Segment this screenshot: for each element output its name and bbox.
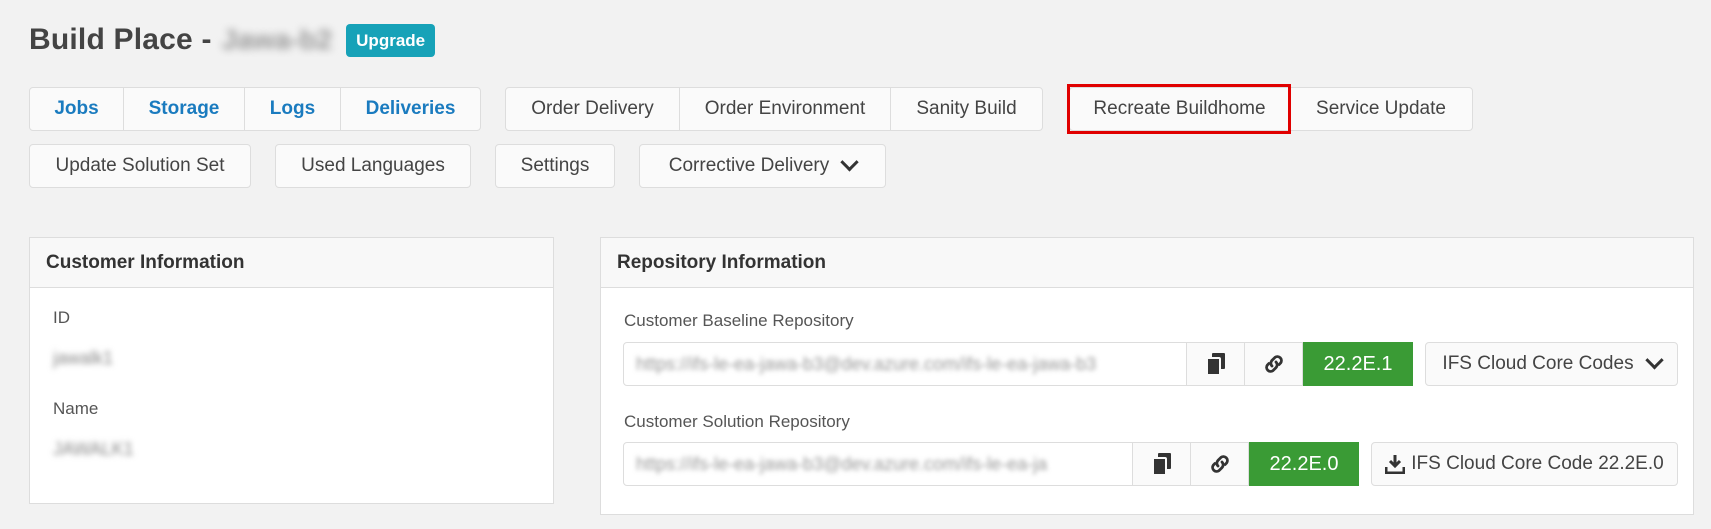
baseline-repo-label: Customer Baseline Repository	[624, 311, 854, 330]
copy-solution-url-button[interactable]	[1133, 442, 1191, 486]
name-value: JAWALK1	[53, 439, 134, 459]
download-core-code-button[interactable]: IFS Cloud Core Code 22.2E.0	[1371, 442, 1678, 486]
corrective-delivery-dropdown[interactable]: Corrective Delivery	[639, 144, 886, 188]
copy-baseline-url-button[interactable]	[1187, 342, 1245, 386]
sanity-build-button[interactable]: Sanity Build	[890, 87, 1043, 131]
copy-icon	[1205, 353, 1225, 376]
chevron-down-icon	[840, 152, 859, 171]
order-environment-button[interactable]: Order Environment	[679, 87, 891, 131]
open-solution-link-button[interactable]	[1191, 442, 1249, 486]
used-languages-button[interactable]: Used Languages	[275, 144, 471, 188]
download-core-code-label: IFS Cloud Core Code 22.2E.0	[1411, 453, 1664, 474]
name-label: Name	[53, 399, 99, 418]
tab-deliveries[interactable]: Deliveries	[340, 87, 481, 131]
repository-info-heading: Repository Information	[601, 238, 1693, 288]
tab-storage[interactable]: Storage	[123, 87, 245, 131]
id-value: jawalk1	[53, 348, 114, 368]
download-icon	[1385, 455, 1406, 474]
solution-repo-label: Customer Solution Repository	[624, 412, 850, 431]
tab-logs[interactable]: Logs	[244, 87, 341, 131]
core-codes-dropdown[interactable]: IFS Cloud Core Codes	[1425, 342, 1678, 386]
solution-repo-url: https://ifs-le-ea-jawa-b3@dev.azure.com/…	[636, 453, 1048, 474]
service-update-button[interactable]: Service Update	[1289, 87, 1473, 131]
project-name: Jawa-b2	[221, 24, 333, 55]
customer-info-heading: Customer Information	[30, 238, 553, 288]
upgrade-button[interactable]: Upgrade	[346, 23, 436, 57]
customer-info-panel: Customer Information ID jawalk1 Name JAW…	[29, 237, 554, 504]
tab-jobs[interactable]: Jobs	[29, 87, 124, 131]
recreate-buildhome-button[interactable]: Recreate Buildhome	[1069, 87, 1290, 131]
link-icon	[1264, 355, 1283, 373]
open-baseline-link-button[interactable]	[1245, 342, 1303, 386]
settings-button[interactable]: Settings	[495, 144, 615, 188]
link-icon	[1210, 455, 1229, 473]
corrective-delivery-label: Corrective Delivery	[668, 155, 830, 176]
id-label: ID	[53, 308, 70, 327]
update-solution-set-button[interactable]: Update Solution Set	[29, 144, 251, 188]
order-delivery-button[interactable]: Order Delivery	[505, 87, 680, 131]
page-header: Build Place - Jawa-b2 Upgrade	[29, 18, 436, 62]
core-codes-label: IFS Cloud Core Codes	[1442, 353, 1634, 374]
solution-repo-url-field[interactable]: https://ifs-le-ea-jawa-b3@dev.azure.com/…	[623, 442, 1133, 486]
solution-version-badge: 22.2E.0	[1249, 442, 1359, 486]
page-title: Build Place -	[29, 23, 212, 56]
chevron-down-icon	[1644, 350, 1664, 369]
baseline-repo-url: https://ifs-le-ea-jawa-b3@dev.azure.com/…	[636, 353, 1097, 374]
baseline-version-badge: 22.2E.1	[1303, 342, 1413, 386]
baseline-repo-url-field[interactable]: https://ifs-le-ea-jawa-b3@dev.azure.com/…	[623, 342, 1187, 386]
copy-icon	[1151, 453, 1171, 476]
